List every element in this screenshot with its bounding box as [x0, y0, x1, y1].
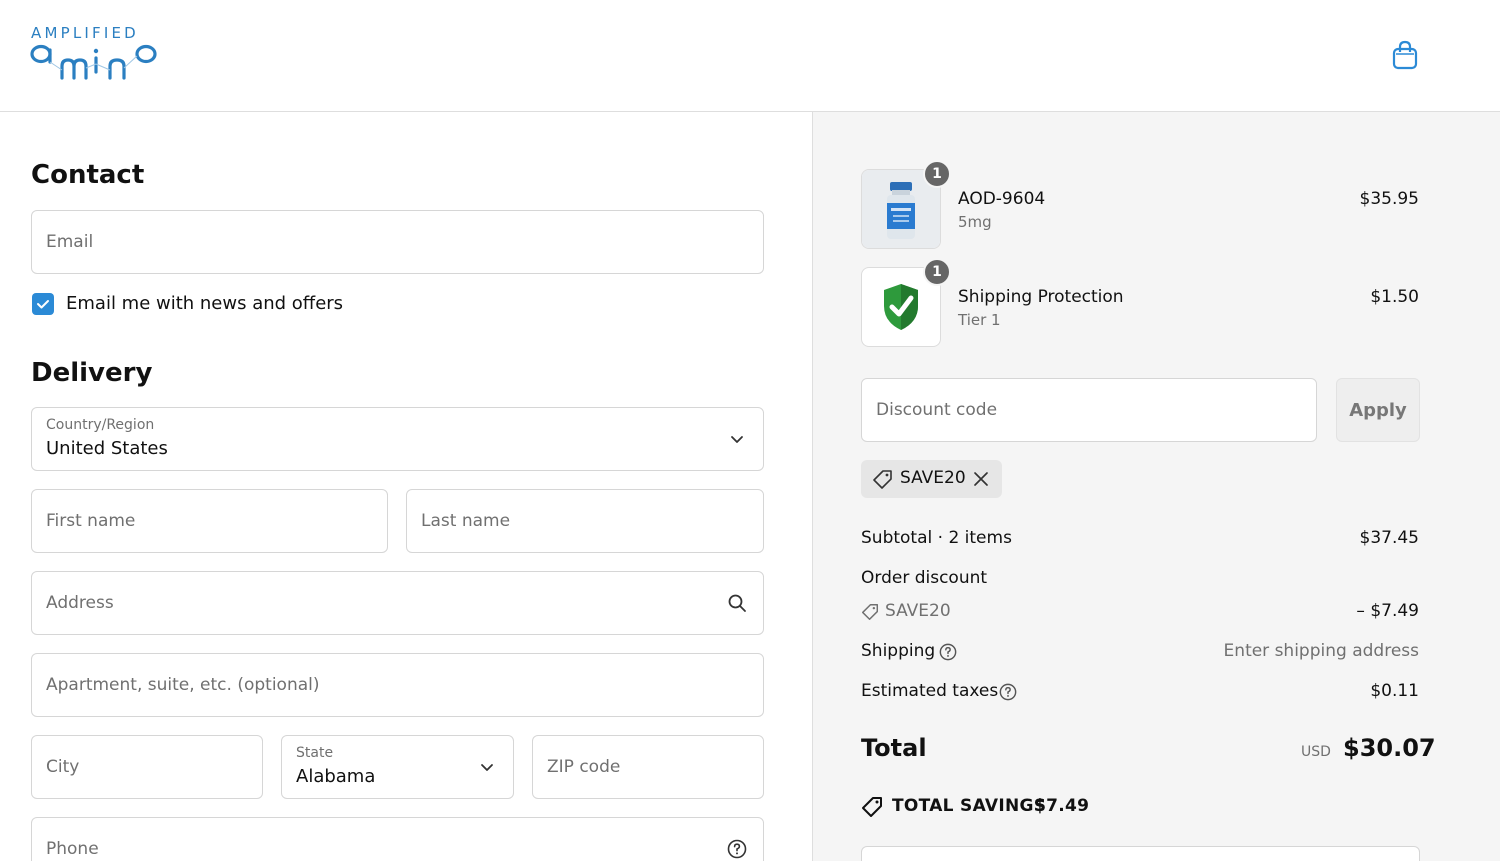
apply-discount-button[interactable]: Apply: [1336, 378, 1420, 442]
delivery-heading: Delivery: [31, 358, 153, 388]
applied-discount-chip: SAVE20: [861, 460, 1002, 498]
email-field[interactable]: Email: [31, 210, 764, 274]
item-price: $35.95: [1359, 189, 1419, 209]
item-name: Shipping Protection: [958, 287, 1124, 307]
total-value: $30.07: [1343, 734, 1436, 762]
first-name-placeholder: First name: [46, 511, 136, 531]
applied-code: SAVE20: [900, 468, 966, 488]
last-name-placeholder: Last name: [421, 511, 511, 531]
contact-heading: Contact: [31, 160, 145, 190]
email-placeholder: Email: [46, 232, 94, 252]
zip-field[interactable]: ZIP code: [532, 735, 764, 799]
item-variant: Tier 1: [958, 311, 1001, 329]
total-savings-label: TOTAL SAVINGS: [892, 796, 1047, 816]
close-icon[interactable]: [973, 471, 989, 487]
zip-placeholder: ZIP code: [547, 757, 621, 777]
country-select[interactable]: Country/Region United States: [31, 407, 764, 471]
city-placeholder: City: [46, 757, 80, 777]
phone-field[interactable]: Phone: [31, 817, 764, 861]
help-circle-icon[interactable]: [727, 839, 747, 859]
brand-logo[interactable]: AMPLIFIED: [30, 22, 160, 84]
taxes-value: $0.11: [1370, 681, 1419, 701]
summary-extra-box: [861, 846, 1420, 861]
total-label: Total: [861, 734, 927, 762]
discount-code-label: SAVE20: [885, 601, 951, 621]
help-circle-icon[interactable]: [999, 683, 1017, 701]
checkout-form: Contact Email Email me with news and off…: [0, 112, 812, 861]
quantity-badge: 1: [923, 160, 951, 188]
discount-placeholder: Discount code: [876, 400, 998, 420]
savings-tag-icon: [862, 797, 882, 817]
item-price: $1.50: [1370, 287, 1419, 307]
apartment-field[interactable]: Apartment, suite, etc. (optional): [31, 653, 764, 717]
item-variant: 5mg: [958, 213, 992, 231]
item-name: AOD-9604: [958, 189, 1046, 209]
product-thumbnail: 1: [861, 160, 951, 249]
shipping-value: Enter shipping address: [1223, 641, 1419, 661]
country-value: United States: [46, 438, 168, 459]
site-header: AMPLIFIED: [0, 0, 1500, 112]
country-label: Country/Region: [46, 417, 155, 433]
city-field[interactable]: City: [31, 735, 263, 799]
order-summary: 1 AOD-9604 5mg $35.95 1 Shipping Protect…: [812, 112, 1500, 861]
checkmark-icon: [37, 300, 49, 309]
tag-icon: [861, 603, 879, 621]
phone-placeholder: Phone: [46, 839, 99, 859]
chevron-down-icon: [481, 764, 493, 771]
product-thumbnail: 1: [861, 258, 951, 347]
state-label: State: [296, 745, 334, 761]
first-name-field[interactable]: First name: [31, 489, 388, 553]
chevron-down-icon: [731, 436, 743, 443]
help-circle-icon[interactable]: [939, 643, 957, 661]
address-field[interactable]: Address: [31, 571, 764, 635]
address-placeholder: Address: [46, 593, 114, 613]
shipping-label: Shipping: [861, 641, 936, 661]
taxes-label: Estimated taxes: [861, 681, 999, 701]
state-select[interactable]: State Alabama: [281, 735, 514, 799]
apartment-placeholder: Apartment, suite, etc. (optional): [46, 675, 320, 695]
newsletter-label[interactable]: Email me with news and offers: [66, 293, 343, 314]
total-savings-value: $7.49: [1034, 796, 1090, 816]
tag-icon: [873, 470, 892, 489]
discount-code-field[interactable]: Discount code: [861, 378, 1317, 442]
total-currency: USD: [1301, 744, 1331, 760]
newsletter-checkbox[interactable]: [32, 293, 54, 315]
discount-value: – $7.49: [1356, 601, 1419, 621]
logo-amino-mark: [30, 44, 157, 80]
order-discount-label: Order discount: [861, 568, 988, 588]
quantity-badge: 1: [923, 258, 951, 286]
subtotal-value: $37.45: [1359, 528, 1419, 548]
cart-button[interactable]: [1390, 40, 1420, 70]
last-name-field[interactable]: Last name: [406, 489, 764, 553]
state-value: Alabama: [296, 766, 376, 787]
subtotal-label: Subtotal · 2 items: [861, 528, 1012, 548]
shopping-bag-icon: [1392, 40, 1418, 70]
search-icon[interactable]: [727, 593, 747, 613]
